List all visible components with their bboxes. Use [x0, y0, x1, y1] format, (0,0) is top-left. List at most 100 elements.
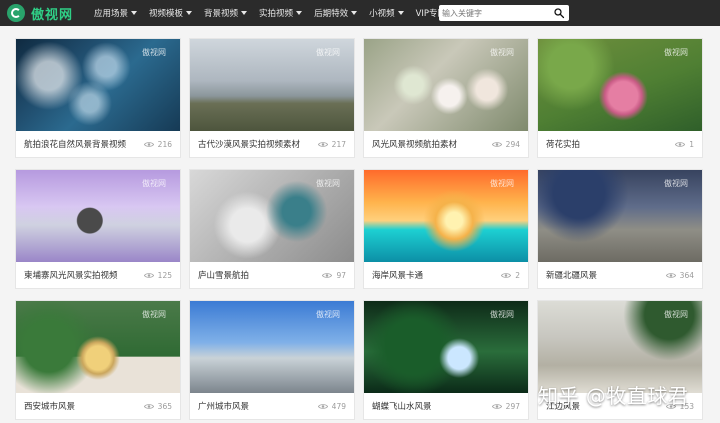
card-caption: 古代沙漠风景实拍视频素材 217: [190, 131, 354, 157]
card-caption: 荷花实拍 1: [538, 131, 702, 157]
video-card[interactable]: 傲视网 风光风景视频航拍素材 294: [364, 39, 528, 157]
watermark: 傲视网: [664, 310, 688, 319]
nav-item-live-footage[interactable]: 实拍视频: [253, 0, 308, 26]
nav-item-label: 小视频: [369, 9, 395, 19]
view-count-value: 365: [157, 401, 172, 411]
logo-text: 傲视网: [31, 7, 74, 23]
video-thumbnail[interactable]: 傲视网: [16, 301, 180, 393]
eye-icon: [665, 272, 676, 278]
watermark: 傲视网: [142, 310, 166, 319]
video-thumbnail[interactable]: 傲视网: [538, 39, 702, 131]
view-count-value: 2: [515, 270, 520, 280]
video-thumbnail[interactable]: 傲视网: [364, 301, 528, 393]
nav-item-short-video[interactable]: 小视频: [363, 0, 410, 26]
video-title[interactable]: 广州城市风景: [198, 400, 318, 412]
search-icon[interactable]: [553, 7, 565, 19]
video-thumbnail[interactable]: 傲视网: [190, 301, 354, 393]
video-card[interactable]: 傲视网 古代沙漠风景实拍视频素材 217: [190, 39, 354, 157]
view-count: 1: [675, 140, 694, 149]
view-count-value: 97: [336, 270, 346, 280]
view-count-value: 297: [505, 401, 520, 411]
nav-item-post-effects[interactable]: 后期特效: [308, 0, 363, 26]
eye-icon: [675, 141, 686, 147]
video-card[interactable]: 傲视网 蝴蝶飞山水风景 297: [364, 301, 528, 419]
watermark: 傲视网: [316, 48, 340, 57]
video-card[interactable]: 傲视网 柬埔寨风光风景实拍视频 125: [16, 170, 180, 288]
card-caption: 风光风景视频航拍素材 294: [364, 131, 528, 157]
nav-item-backgrounds[interactable]: 背景视频: [198, 0, 253, 26]
view-count-value: 216: [157, 139, 172, 149]
eye-icon: [491, 141, 502, 147]
video-title[interactable]: 海岸风景卡通: [372, 269, 501, 281]
video-thumbnail[interactable]: 傲视网: [364, 170, 528, 262]
chevron-down-icon: [351, 11, 358, 15]
card-caption: 航拍浪花自然风景背景视频 216: [16, 131, 180, 157]
video-card[interactable]: 傲视网 西安城市风景 365: [16, 301, 180, 419]
main-nav: 应用场景 视频模板 背景视频 实拍视频 后期特效 小视频 VIP专区: [88, 0, 452, 26]
nav-item-scenes[interactable]: 应用场景: [88, 0, 143, 26]
video-title[interactable]: 风光风景视频航拍素材: [372, 138, 492, 150]
video-card[interactable]: 傲视网 海岸风景卡通 2: [364, 170, 528, 288]
watermark: 傲视网: [142, 48, 166, 57]
chevron-down-icon: [397, 11, 404, 15]
video-thumbnail[interactable]: 傲视网: [16, 170, 180, 262]
view-count-value: 217: [331, 139, 346, 149]
view-count-value: 294: [505, 139, 520, 149]
eye-icon: [501, 272, 512, 278]
logo-icon: [7, 4, 25, 22]
search-placeholder: 输入关键字: [442, 8, 482, 18]
video-title[interactable]: 庐山雪景航拍: [198, 269, 322, 281]
video-title[interactable]: 蝴蝶飞山水风景: [372, 400, 492, 412]
eye-icon: [317, 403, 328, 409]
watermark: 傲视网: [316, 310, 340, 319]
eye-icon: [143, 141, 154, 147]
nav-item-templates[interactable]: 视频模板: [143, 0, 198, 26]
eye-icon: [322, 272, 333, 278]
chevron-down-icon: [296, 11, 303, 15]
card-caption: 西安城市风景 365: [16, 393, 180, 419]
video-title[interactable]: 柬埔寨风光风景实拍视频: [24, 269, 144, 281]
video-card[interactable]: 傲视网 庐山雪景航拍 97: [190, 170, 354, 288]
top-navigation-bar: 傲视网 应用场景 视频模板 背景视频 实拍视频 后期特效 小视频 VIP专区 输…: [0, 0, 720, 26]
view-count: 364: [665, 271, 694, 280]
chevron-down-icon: [186, 11, 193, 15]
view-count: 365: [143, 401, 172, 411]
view-count: 97: [322, 271, 346, 280]
view-count: 217: [317, 139, 346, 149]
watermark: 傲视网: [316, 179, 340, 188]
video-thumbnail[interactable]: 傲视网: [16, 39, 180, 131]
site-logo[interactable]: 傲视网: [7, 4, 79, 23]
eye-icon: [317, 141, 328, 147]
video-card[interactable]: 傲视网 新疆北疆风景 364: [538, 170, 702, 288]
watermark: 傲视网: [664, 48, 688, 57]
view-count-value: 479: [331, 401, 346, 411]
view-count: 297: [491, 401, 520, 411]
watermark: 傲视网: [490, 179, 514, 188]
video-thumbnail[interactable]: 傲视网: [190, 39, 354, 131]
video-title[interactable]: 荷花实拍: [546, 138, 675, 150]
view-count-value: 1: [689, 139, 694, 149]
video-card[interactable]: 傲视网 广州城市风景 479: [190, 301, 354, 419]
video-title[interactable]: 古代沙漠风景实拍视频素材: [198, 138, 318, 150]
eye-icon: [143, 403, 154, 409]
video-title[interactable]: 新疆北疆风景: [546, 269, 666, 281]
watermark: 傲视网: [490, 310, 514, 319]
video-thumbnail[interactable]: 傲视网: [190, 170, 354, 262]
video-card[interactable]: 傲视网 航拍浪花自然风景背景视频 216: [16, 39, 180, 157]
video-title[interactable]: 航拍浪花自然风景背景视频: [24, 138, 144, 150]
card-caption: 蝴蝶飞山水风景 297: [364, 393, 528, 419]
view-count: 2: [501, 271, 520, 280]
chevron-down-icon: [241, 11, 248, 15]
view-count: 479: [317, 401, 346, 411]
watermark: 傲视网: [142, 179, 166, 188]
video-thumbnail[interactable]: 傲视网: [364, 39, 528, 131]
search-input[interactable]: 输入关键字: [439, 5, 569, 21]
chevron-down-icon: [131, 11, 138, 15]
video-thumbnail[interactable]: 傲视网: [538, 170, 702, 262]
card-caption: 柬埔寨风光风景实拍视频 125: [16, 262, 180, 288]
video-card[interactable]: 傲视网 荷花实拍 1: [538, 39, 702, 157]
nav-item-label: 视频模板: [149, 9, 184, 19]
view-count-value: 125: [157, 270, 172, 280]
video-title[interactable]: 西安城市风景: [24, 400, 144, 412]
nav-item-label: 背景视频: [204, 9, 239, 19]
